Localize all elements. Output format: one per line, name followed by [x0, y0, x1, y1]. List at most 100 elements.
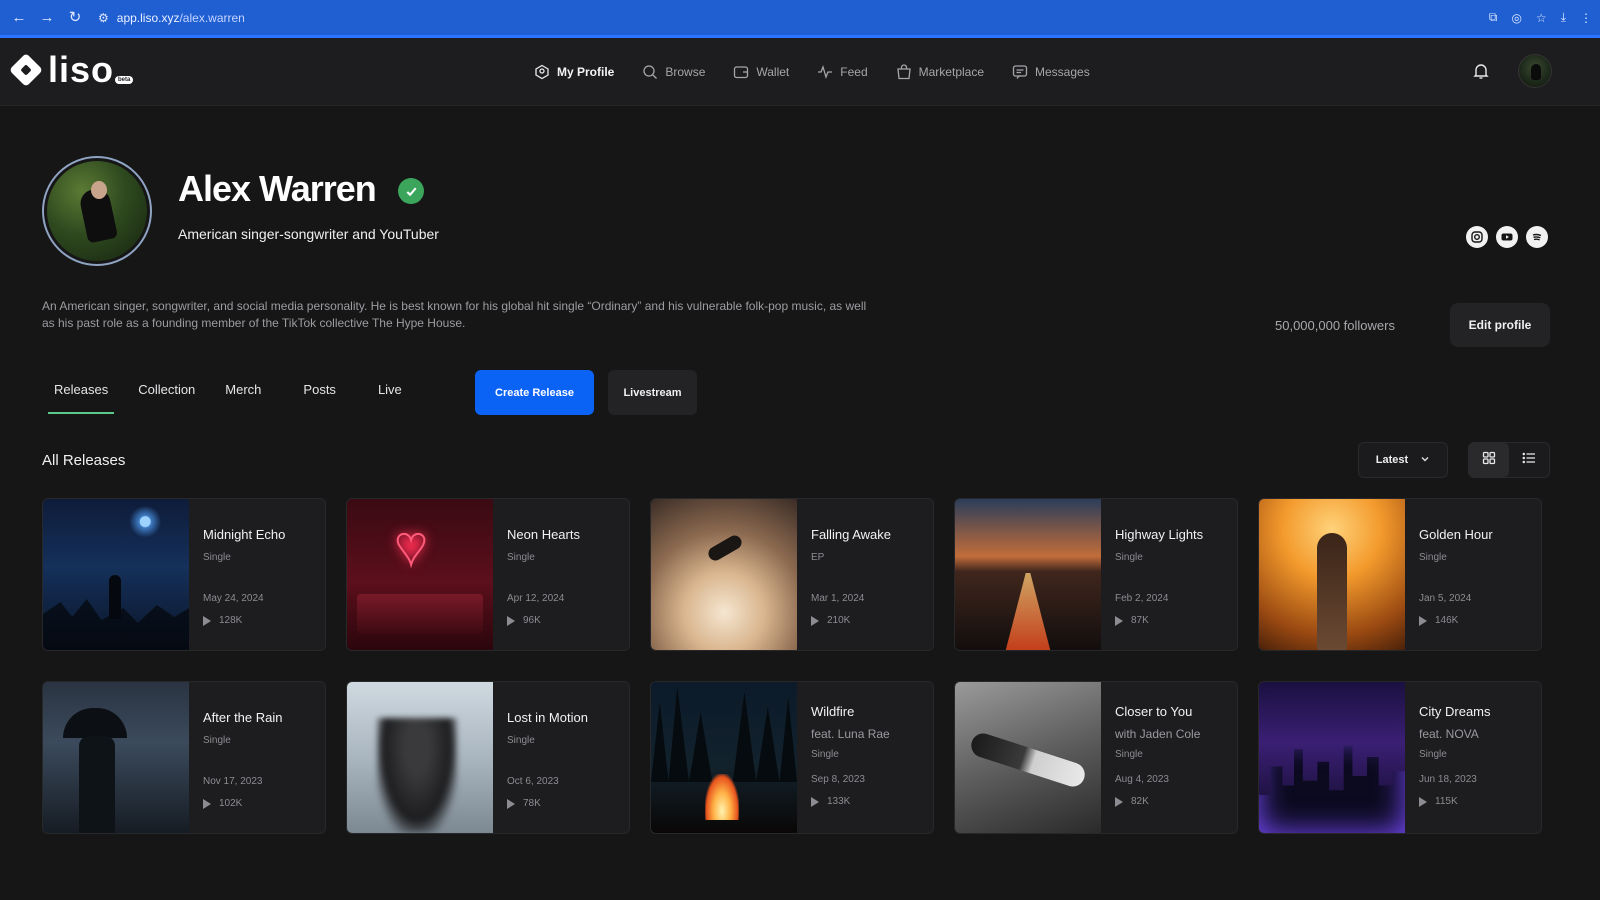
tab-posts[interactable]: Posts — [297, 370, 342, 410]
release-info: Golden Hour Single Jan 5, 2024 146K — [1405, 499, 1493, 650]
nav-messages[interactable]: Messages — [1012, 64, 1090, 80]
eye-off-icon[interactable]: ◎ — [1511, 11, 1521, 25]
url-host: app.liso.xyz — [116, 10, 180, 25]
user-avatar[interactable] — [1518, 54, 1552, 88]
cover-art — [1259, 499, 1405, 650]
nav-marketplace[interactable]: Marketplace — [896, 64, 984, 80]
logo-mark-icon — [9, 53, 43, 87]
download-icon[interactable]: ⤓ — [1561, 10, 1566, 25]
tab-releases[interactable]: Releases — [48, 370, 115, 414]
play-icon — [203, 615, 211, 626]
reload-icon[interactable]: ↻ — [66, 9, 84, 27]
release-type: Single — [507, 552, 535, 563]
pulse-icon — [817, 64, 833, 80]
address-bar[interactable]: ⚙ app.liso.xyz/alex.warren — [98, 11, 245, 25]
social-links — [1466, 226, 1548, 248]
nav-label: Marketplace — [918, 65, 985, 79]
url-path: /alex.warren — [179, 10, 245, 25]
grid-icon — [1482, 451, 1496, 470]
nav-my-profile[interactable]: My Profile — [534, 64, 614, 80]
app-header: liso beta My Profile Browse Wallet Feed … — [0, 38, 1600, 106]
cover-art — [347, 499, 493, 650]
sort-value: Latest — [1375, 454, 1409, 466]
release-info: Highway Lights Single Feb 2, 2024 87K — [1101, 499, 1203, 650]
profile-bio: An American singer, songwriter, and soci… — [42, 299, 867, 330]
tab-live[interactable]: Live — [372, 370, 408, 410]
instagram-icon[interactable] — [1466, 226, 1488, 248]
section-title: All Releases — [42, 452, 126, 469]
play-icon — [1419, 796, 1427, 807]
site-settings-icon[interactable]: ⚙ — [98, 11, 109, 25]
star-icon[interactable]: ☆ — [1536, 11, 1547, 25]
release-title: Golden Hour — [1419, 527, 1493, 542]
release-card[interactable]: After the Rain Single Nov 17, 2023 102K — [42, 681, 326, 834]
release-card[interactable]: Neon Hearts Single Apr 12, 2024 96K — [346, 498, 630, 651]
nav-feed[interactable]: Feed — [817, 64, 868, 80]
spotify-icon[interactable] — [1526, 226, 1548, 248]
release-date: Jan 5, 2024 — [1419, 593, 1472, 604]
nav-browse[interactable]: Browse — [642, 64, 705, 80]
chevron-down-icon — [1420, 454, 1430, 467]
play-icon — [1419, 615, 1427, 626]
release-type: Single — [811, 749, 839, 760]
release-card[interactable]: Wildfire feat. Luna Rae Single Sep 8, 20… — [650, 681, 934, 834]
livestream-button[interactable]: Livestream — [608, 370, 697, 415]
release-date: Aug 4, 2023 — [1115, 774, 1169, 785]
sort-select[interactable]: Latest — [1358, 442, 1448, 478]
nav-label: Feed — [840, 65, 868, 79]
profile-tagline: American singer-songwriter and YouTuber — [178, 226, 439, 242]
plays-count: 87K — [1131, 615, 1149, 626]
release-type: Single — [203, 552, 231, 563]
list-view-button[interactable] — [1509, 443, 1549, 477]
release-card[interactable]: Golden Hour Single Jan 5, 2024 146K — [1258, 498, 1542, 651]
release-type: Single — [1115, 552, 1143, 563]
release-title: Highway Lights — [1115, 527, 1204, 542]
release-card[interactable]: Lost in Motion Single Oct 6, 2023 78K — [346, 681, 630, 834]
cover-art — [955, 682, 1101, 833]
release-card[interactable]: Midnight Echo Single May 24, 2024 128K — [42, 498, 326, 651]
logo[interactable]: liso beta — [9, 52, 134, 88]
release-info: Neon Hearts Single Apr 12, 2024 96K — [493, 499, 580, 650]
forward-icon[interactable]: → — [38, 9, 56, 27]
main-nav: My Profile Browse Wallet Feed Marketplac… — [534, 38, 1090, 106]
nav-wallet[interactable]: Wallet — [733, 64, 789, 80]
releases-grid: Midnight Echo Single May 24, 2024 128K N… — [42, 498, 1552, 834]
release-info: Wildfire feat. Luna Rae Single Sep 8, 20… — [797, 682, 890, 833]
plays-count: 146K — [1435, 615, 1459, 626]
plays-count: 133K — [827, 796, 851, 807]
back-icon[interactable]: ← — [10, 9, 28, 27]
release-date: Jun 18, 2023 — [1419, 774, 1477, 785]
cover-art — [347, 682, 493, 833]
tab-collection[interactable]: Collection — [132, 370, 201, 410]
release-type: Single — [507, 735, 535, 746]
play-icon — [507, 798, 515, 809]
browser-bar: ← → ↻ ⚙ app.liso.xyz/alex.warren ⧉ ◎ ☆ ⤓… — [0, 0, 1600, 38]
list-icon — [1522, 451, 1536, 470]
plays-count: 96K — [523, 615, 541, 626]
release-info: City Dreams feat. NOVA Single Jun 18, 20… — [1405, 682, 1491, 833]
release-card[interactable]: Highway Lights Single Feb 2, 2024 87K — [954, 498, 1238, 651]
create-release-button[interactable]: Create Release — [475, 370, 594, 415]
grid-view-button[interactable] — [1469, 443, 1509, 477]
more-icon[interactable]: ⋮ — [1580, 11, 1592, 25]
edit-profile-button[interactable]: Edit profile — [1450, 303, 1550, 347]
release-info: Midnight Echo Single May 24, 2024 128K — [189, 499, 285, 650]
release-date: Apr 12, 2024 — [507, 593, 565, 604]
plays-count: 128K — [219, 615, 243, 626]
profile-icon — [534, 64, 550, 80]
profile-tabs: Releases Collection Merch Posts Live — [48, 370, 426, 414]
release-date: Feb 2, 2024 — [1115, 593, 1169, 604]
tab-merch[interactable]: Merch — [219, 370, 267, 410]
nav-label: Messages — [1035, 65, 1090, 79]
release-info: Lost in Motion Single Oct 6, 2023 78K — [493, 682, 588, 833]
nav-label: Wallet — [756, 65, 790, 79]
release-card[interactable]: Falling Awake EP Mar 1, 2024 210K — [650, 498, 934, 651]
release-plays: 115K — [1419, 796, 1491, 807]
bell-icon[interactable] — [1472, 62, 1490, 80]
release-date: Mar 1, 2024 — [811, 593, 865, 604]
release-card[interactable]: Closer to You with Jaden Cole Single Aug… — [954, 681, 1238, 834]
share-icon[interactable]: ⧉ — [1489, 10, 1498, 25]
cover-art — [43, 499, 189, 650]
release-card[interactable]: City Dreams feat. NOVA Single Jun 18, 20… — [1258, 681, 1542, 834]
youtube-icon[interactable] — [1496, 226, 1518, 248]
